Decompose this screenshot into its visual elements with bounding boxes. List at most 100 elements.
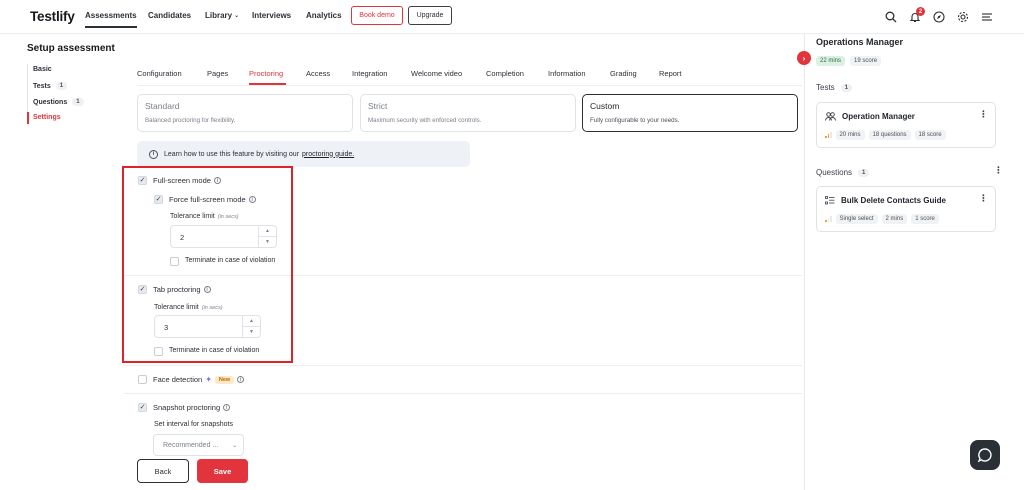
nav-assessments[interactable]: Assessments [85, 11, 137, 28]
snapshot-proctoring-checkbox[interactable] [138, 403, 147, 412]
difficulty-icon [825, 216, 832, 222]
questions-section-header: Questions 1 [816, 168, 870, 177]
sidebar-item-label: Settings [33, 114, 61, 121]
compass-icon[interactable] [931, 9, 946, 24]
face-detection-row: Face detection ✦ New i [153, 375, 245, 384]
proctoring-guide-link[interactable]: proctoring guide. [302, 151, 354, 158]
tab-grading[interactable]: Grading [610, 69, 637, 78]
mode-card-standard[interactable]: Standard Balanced proctoring for flexibi… [137, 94, 353, 132]
nav-library[interactable]: Library ⌄ [205, 11, 239, 20]
section-divider [124, 365, 802, 366]
gear-icon[interactable] [955, 9, 970, 24]
score-chip: 19 score [850, 56, 882, 66]
tab-integration[interactable]: Integration [352, 69, 387, 78]
sidebar-item-questions[interactable]: Questions 1 [33, 98, 84, 106]
tab-access[interactable]: Access [306, 69, 330, 78]
count-badge: 1 [72, 98, 84, 106]
mode-card-strict[interactable]: Strict Maximum security with enforced co… [360, 94, 576, 132]
question-card-title-row: Bulk Delete Contacts Guide [825, 196, 946, 205]
top-navigation: Testlify Assessments Candidates Library … [0, 0, 1024, 34]
sidebar-item-settings[interactable]: Settings [33, 114, 61, 121]
tab-report[interactable]: Report [659, 69, 682, 78]
select-value: Recommended ... [163, 441, 219, 449]
count-badge: 1 [858, 168, 870, 177]
nav-analytics[interactable]: Analytics [306, 11, 342, 20]
more-options-icon[interactable]: ⋮ [979, 109, 988, 118]
mode-card-custom[interactable]: Custom Fully configurable to your needs. [582, 94, 798, 132]
info-banner: i Learn how to use this feature by visit… [137, 141, 470, 167]
test-card-title: Operation Manager [842, 112, 915, 121]
menu-icon[interactable] [979, 9, 994, 24]
list-icon [825, 196, 835, 205]
sparkle-icon: ✦ [205, 375, 212, 384]
meta-chip: 1 score [911, 214, 939, 224]
question-card[interactable]: Bulk Delete Contacts Guide ⋮ Single sele… [816, 186, 996, 232]
tab-proctoring[interactable]: Proctoring [249, 69, 283, 78]
logo[interactable]: Testlify [30, 9, 75, 24]
search-icon[interactable] [883, 9, 898, 24]
mode-description: Maximum security with enforced controls. [368, 117, 482, 124]
meta-chip: 2 mins [881, 214, 908, 224]
sidebar-active-indicator [27, 112, 29, 124]
assessment-summary: 22 mins 19 score [816, 56, 882, 66]
notification-badge: 2 [916, 7, 925, 16]
nav-interviews[interactable]: Interviews [252, 11, 291, 20]
new-badge: New [214, 375, 235, 384]
users-icon [825, 112, 836, 121]
tab-configuration[interactable]: Configuration [137, 69, 182, 78]
info-icon[interactable]: i [237, 376, 245, 383]
snapshot-interval-select[interactable]: Recommended ... ⌄ [153, 434, 244, 456]
tab-welcome-video[interactable]: Welcome video [411, 69, 462, 78]
meta-chip: Single select [835, 214, 878, 224]
questions-label: Questions [816, 168, 853, 177]
tests-section-header: Tests 1 [816, 83, 853, 92]
mode-title: Custom [590, 101, 620, 111]
snapshot-proctoring-row: Snapshot proctoring i [153, 403, 231, 412]
test-card-title-row: Operation Manager [825, 112, 915, 121]
chevron-right-icon[interactable]: › [797, 51, 811, 65]
mode-description: Balanced proctoring for flexibility. [145, 117, 236, 124]
test-card[interactable]: Operation Manager ⋮ 20 mins 18 questions… [816, 102, 996, 148]
tab-pages[interactable]: Pages [207, 69, 228, 78]
chat-icon[interactable] [970, 440, 1000, 470]
section-divider [124, 393, 802, 394]
highlight-annotation [122, 166, 293, 363]
upgrade-button[interactable]: Upgrade [408, 6, 452, 25]
question-card-meta: Single select 2 mins 1 score [825, 214, 939, 224]
snapshot-interval-label: Set interval for snapshots [154, 421, 233, 428]
face-detection-checkbox[interactable] [138, 375, 147, 384]
more-options-icon[interactable]: ⋮ [979, 193, 988, 202]
nav-candidates[interactable]: Candidates [148, 11, 191, 20]
test-card-meta: 20 mins 18 questions 18 score [825, 130, 946, 140]
tab-completion[interactable]: Completion [486, 69, 524, 78]
sidebar-item-tests[interactable]: Tests 1 [33, 82, 68, 90]
more-options-icon[interactable]: ⋮ [994, 165, 1003, 174]
sidebar-item-label: Questions [33, 98, 68, 106]
tab-information[interactable]: Information [548, 69, 586, 78]
chevron-down-icon: ⌄ [234, 13, 240, 19]
info-icon[interactable]: i [223, 404, 231, 411]
book-demo-button[interactable]: Book demo [351, 6, 403, 25]
meta-chip: 18 score [914, 130, 946, 140]
active-tab-indicator [249, 83, 286, 85]
right-panel-divider [804, 34, 805, 490]
page-title: Setup assessment [27, 43, 115, 54]
assessment-title: Operations Manager [816, 37, 904, 47]
info-icon: i [149, 149, 158, 159]
mode-title: Standard [145, 101, 180, 111]
face-detection-label: Face detection [153, 375, 203, 384]
count-badge: 1 [55, 82, 68, 90]
count-badge: 1 [840, 83, 853, 92]
sidebar-item-label: Basic [33, 66, 52, 73]
mode-description: Fully configurable to your needs. [590, 117, 680, 124]
question-card-title: Bulk Delete Contacts Guide [841, 196, 946, 205]
sidebar-item-label: Tests [33, 82, 51, 90]
save-button[interactable]: Save [197, 459, 248, 483]
back-button[interactable]: Back [137, 459, 189, 483]
chevron-down-icon: ⌄ [232, 442, 238, 449]
info-text: Learn how to use this feature by visitin… [164, 150, 300, 158]
nav-library-label: Library [205, 11, 233, 20]
tests-label: Tests [816, 83, 835, 92]
sidebar-item-basic[interactable]: Basic [33, 66, 52, 73]
snapshot-proctoring-label: Snapshot proctoring [153, 403, 221, 412]
